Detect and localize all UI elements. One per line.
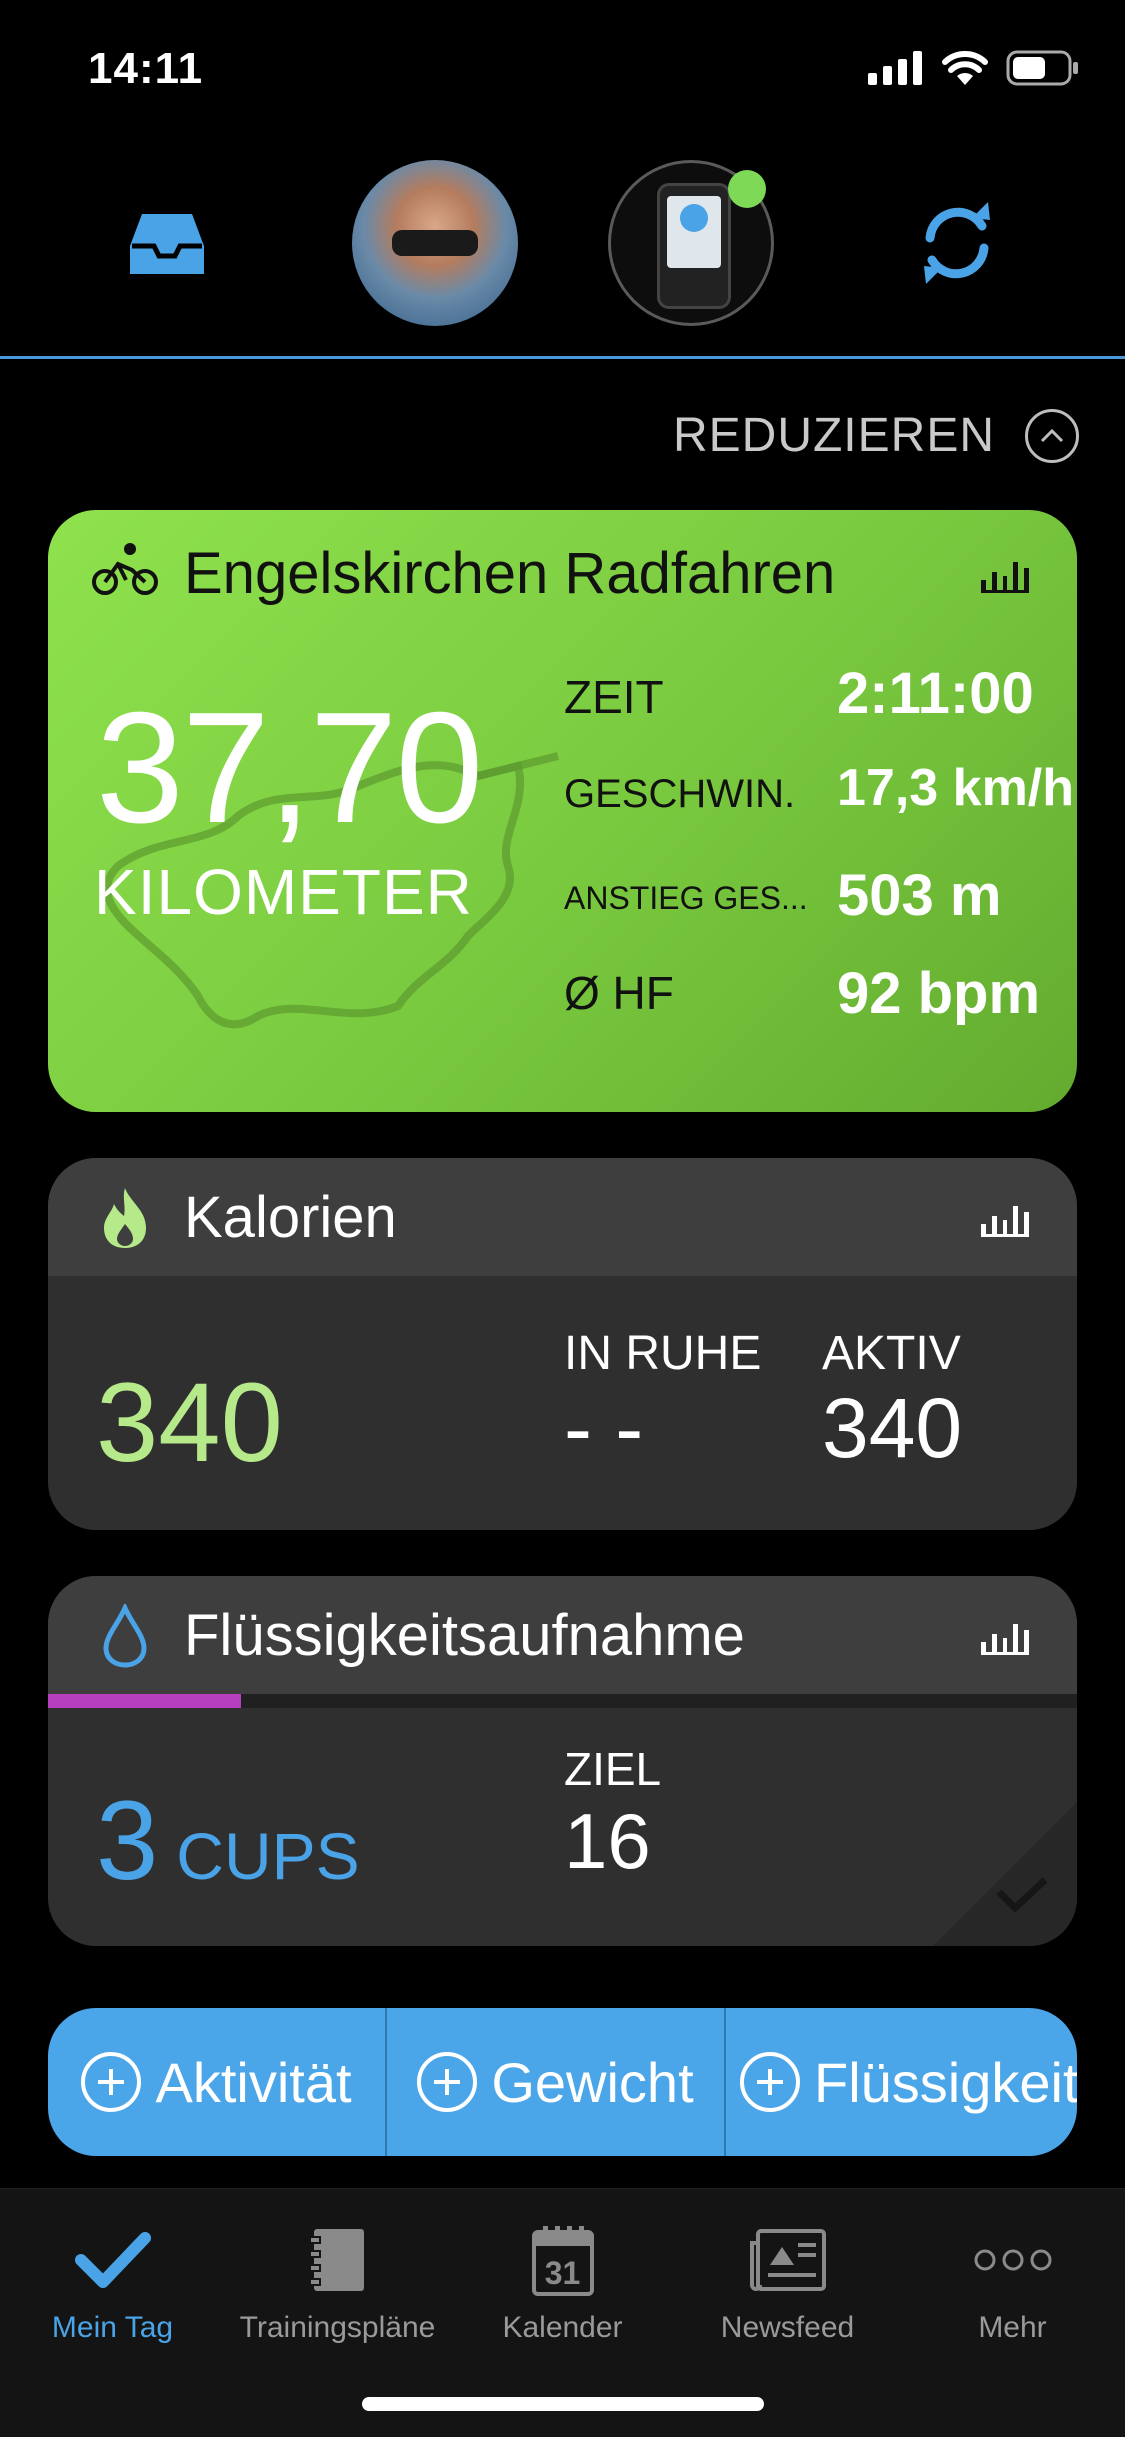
cellular-signal-icon	[868, 51, 922, 85]
calories-title: Kalorien	[184, 1185, 397, 1250]
tab-training-plans[interactable]: Trainingspläne	[225, 2189, 450, 2369]
metric-label-speed: GESCHWIN.	[564, 772, 796, 816]
tab-label: Mein Tag	[51, 2311, 174, 2344]
wifi-icon	[942, 51, 988, 85]
bicycle-icon	[92, 543, 158, 595]
tab-my-day[interactable]: Mein Tag	[0, 2189, 225, 2369]
calendar-icon: 31	[531, 2215, 595, 2305]
hydration-progress-track	[48, 1694, 1077, 1708]
bar-chart-icon[interactable]	[981, 1198, 1029, 1237]
hydration-goal-value: 16	[564, 1797, 651, 1885]
metric-label-heart-rate: Ø HF	[564, 967, 674, 1019]
header-divider	[0, 356, 1125, 359]
avatar-sunglasses	[392, 230, 478, 256]
calories-total: 340	[96, 1360, 283, 1485]
metric-value-time: 2:11:00	[837, 661, 1034, 726]
calories-rest-label: IN RUHE	[564, 1327, 762, 1380]
notebook-icon	[308, 2215, 368, 2305]
checkmark-icon	[74, 2215, 151, 2305]
add-activity-label: Aktivität	[155, 2050, 352, 2114]
hydration-card[interactable]: Flüssigkeitsaufnahme 3 CUPS ZIEL 16	[48, 1576, 1077, 1946]
home-indicator[interactable]	[362, 2397, 764, 2411]
hydration-goal-label: ZIEL	[564, 1743, 662, 1795]
device-connected-dot	[728, 170, 766, 208]
metric-label-time: ZEIT	[564, 671, 664, 723]
hydration-title: Flüssigkeitsaufnahme	[184, 1603, 745, 1668]
tab-calendar[interactable]: 31 Kalender	[450, 2189, 675, 2369]
tab-label: Kalender	[502, 2311, 623, 2344]
distance-value: 37,70	[96, 680, 483, 856]
flame-icon	[104, 1188, 146, 1248]
tab-newsfeed[interactable]: Newsfeed	[675, 2189, 900, 2369]
hydration-amount: 3 CUPS	[96, 1776, 360, 1905]
add-hydration-label: Flüssigkeit	[814, 2050, 1077, 2114]
reduce-toggle[interactable]: REDUZIEREN	[673, 408, 1079, 463]
sync-icon[interactable]	[912, 198, 1002, 288]
status-time: 14:11	[88, 44, 204, 93]
calendar-day: 31	[544, 2255, 581, 2291]
tab-more[interactable]: Mehr	[900, 2189, 1125, 2369]
tab-label: Trainingspläne	[239, 2311, 436, 2344]
add-hydration-button[interactable]: Flüssigkeit	[726, 2008, 1077, 2156]
tab-label: Mehr	[978, 2311, 1047, 2344]
add-activity-button[interactable]: Aktivität	[48, 2008, 387, 2156]
calories-active-value: 340	[822, 1381, 963, 1475]
metric-value-ascent: 503 m	[837, 863, 1002, 928]
battery-icon	[1006, 50, 1078, 86]
calories-active-label: AKTIV	[822, 1327, 961, 1380]
status-icons	[868, 50, 1080, 86]
calories-rest-value: - -	[564, 1381, 644, 1475]
bike-computer-icon	[657, 183, 731, 309]
water-drop-icon	[103, 1604, 147, 1668]
more-icon	[973, 2215, 1053, 2305]
profile-avatar[interactable]	[352, 160, 518, 326]
goal-corner-check-icon	[933, 1802, 1077, 1946]
bar-chart-icon[interactable]	[981, 1616, 1029, 1655]
calories-card[interactable]: Kalorien 340 IN RUHE - - AKTIV 340	[48, 1158, 1077, 1530]
newspaper-icon	[749, 2215, 826, 2305]
hydration-amount-value: 3	[96, 1778, 159, 1903]
reduce-label: REDUZIEREN	[672, 409, 995, 462]
inbox-icon[interactable]	[128, 210, 206, 278]
bar-chart-icon[interactable]	[981, 554, 1029, 593]
plus-circle-icon	[417, 2052, 478, 2112]
metric-value-speed: 17,3 km/h	[837, 759, 1075, 817]
activity-card[interactable]: Engelskirchen Radfahren 37,70 KILOMETER …	[48, 510, 1077, 1112]
plus-circle-icon	[81, 2052, 142, 2112]
metric-value-heart-rate: 92 bpm	[837, 961, 1041, 1026]
distance-unit: KILOMETER	[94, 856, 473, 928]
quick-add-bar: Aktivität Gewicht Flüssigkeit	[48, 2008, 1077, 2156]
metric-label-ascent: ANSTIEG GES...	[564, 880, 808, 916]
hydration-amount-unit: CUPS	[176, 1819, 360, 1893]
chevron-up-icon	[1025, 408, 1079, 463]
top-toolbar	[0, 160, 1125, 326]
plus-circle-icon	[740, 2052, 800, 2112]
activity-title: Engelskirchen Radfahren	[184, 541, 836, 606]
add-weight-button[interactable]: Gewicht	[387, 2008, 726, 2156]
add-weight-label: Gewicht	[491, 2050, 694, 2114]
hydration-progress-fill	[48, 1694, 241, 1708]
tab-label: Newsfeed	[720, 2311, 855, 2344]
